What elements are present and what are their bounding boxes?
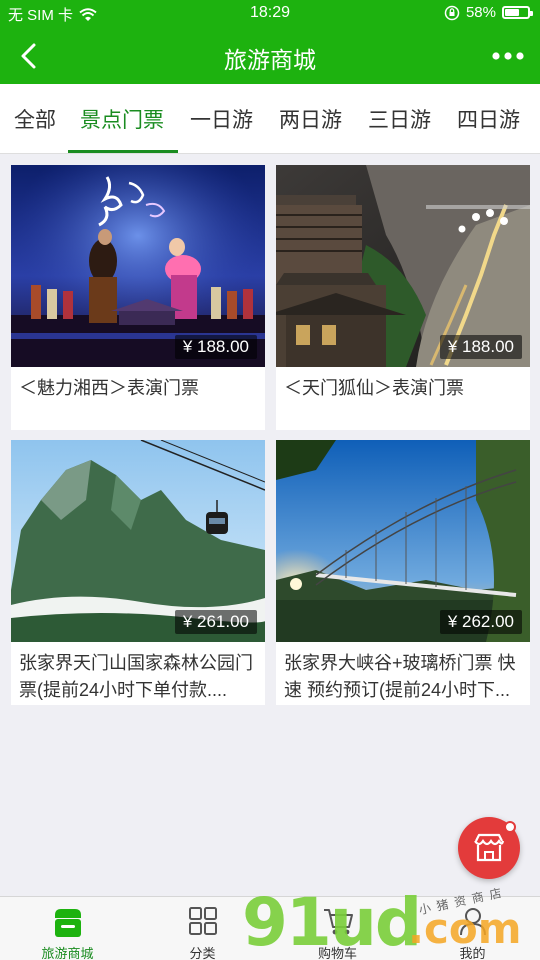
product-card[interactable]: ¥ 188.00 ＜天门狐仙＞表演门票 — [276, 165, 530, 430]
tab-label: 我的 — [459, 946, 486, 960]
cart-icon — [323, 909, 353, 935]
status-bar: 无 SIM 卡 18:29 58% — [0, 0, 540, 28]
tab-three-day-tour[interactable]: 三日游 — [368, 104, 431, 134]
notification-dot — [504, 821, 516, 833]
product-title: ＜天门狐仙＞表演门票 — [284, 378, 464, 398]
tab-label: 购物车 — [317, 946, 357, 960]
tab-four-day-tour[interactable]: 四日游 — [457, 104, 520, 134]
tab-label: 分类 — [189, 946, 216, 960]
price-tag: ¥ 188.00 — [174, 335, 257, 359]
tab-one-day-tour[interactable]: 一日游 — [190, 104, 253, 134]
tab-label: 旅游商城 — [41, 946, 94, 960]
floating-store-button[interactable] — [458, 817, 520, 879]
product-image: ¥ 262.00 — [276, 440, 530, 642]
bottom-tab-bar: 旅游商城 分类 购物车 我的 — [0, 896, 540, 960]
price-tag: ¥ 188.00 — [439, 335, 522, 359]
rotation-lock-icon — [444, 5, 460, 20]
tab-travel-mall[interactable]: 旅游商城 — [0, 897, 135, 960]
user-icon — [459, 908, 486, 936]
tab-categories[interactable]: 分类 — [135, 897, 270, 960]
grid-icon — [188, 907, 217, 935]
tab-all[interactable]: 全部 — [14, 104, 56, 134]
product-card[interactable]: ¥ 261.00 张家界天门山国家森林公园门票(提前24小时下单付款.... — [11, 440, 265, 705]
tab-profile[interactable]: 我的 — [405, 897, 540, 960]
product-card[interactable]: ¥ 188.00 ＜魅力湘西＞表演门票 — [11, 165, 265, 430]
tab-two-day-tour[interactable]: 两日游 — [279, 104, 342, 134]
product-title: 张家界大峡谷+玻璃桥门票 快速 预约预订(提前24小时下... — [284, 653, 516, 700]
price-tag: ¥ 261.00 — [174, 610, 257, 634]
store-icon — [54, 909, 81, 937]
battery-percent: 58% — [465, 4, 496, 21]
nav-bar: 旅游商城 — [0, 28, 540, 84]
price-tag: ¥ 262.00 — [439, 610, 522, 634]
page-title: 旅游商城 — [224, 47, 316, 73]
battery-icon — [502, 6, 533, 19]
tab-scenic-tickets[interactable]: 景点门票 — [80, 104, 164, 134]
more-icon[interactable] — [488, 42, 528, 70]
active-tab-indicator — [68, 150, 178, 153]
product-title: 张家界天门山国家森林公园门票(提前24小时下单付款.... — [19, 653, 253, 700]
product-image: ¥ 188.00 — [11, 165, 265, 367]
tab-cart[interactable]: 购物车 — [270, 897, 405, 960]
product-card[interactable]: ¥ 262.00 张家界大峡谷+玻璃桥门票 快速 预约预订(提前24小时下... — [276, 440, 530, 705]
product-title: ＜魅力湘西＞表演门票 — [19, 378, 199, 398]
product-image: ¥ 188.00 — [276, 165, 530, 367]
product-image: ¥ 261.00 — [11, 440, 265, 642]
category-tabs: 全部 景点门票 一日游 两日游 三日游 四日游 — [0, 84, 540, 154]
